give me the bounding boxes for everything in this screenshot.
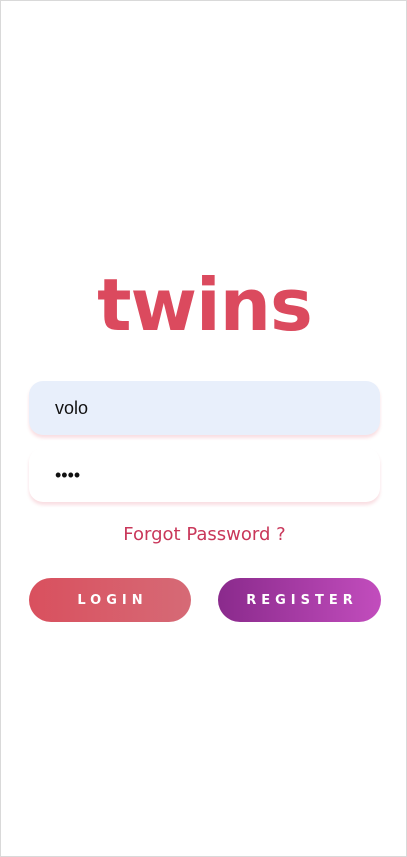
app-screen: twins volo •••• Forgot Password ? LOGIN …: [0, 0, 407, 857]
password-value: ••••: [55, 464, 81, 485]
forgot-password-link[interactable]: Forgot Password ?: [1, 523, 407, 547]
username-input[interactable]: volo: [29, 381, 380, 435]
login-button[interactable]: LOGIN: [29, 578, 191, 622]
username-value: volo: [55, 397, 89, 418]
app-logo: twins: [97, 263, 313, 347]
password-input[interactable]: ••••: [29, 448, 380, 502]
register-button[interactable]: REGISTER: [218, 578, 381, 622]
